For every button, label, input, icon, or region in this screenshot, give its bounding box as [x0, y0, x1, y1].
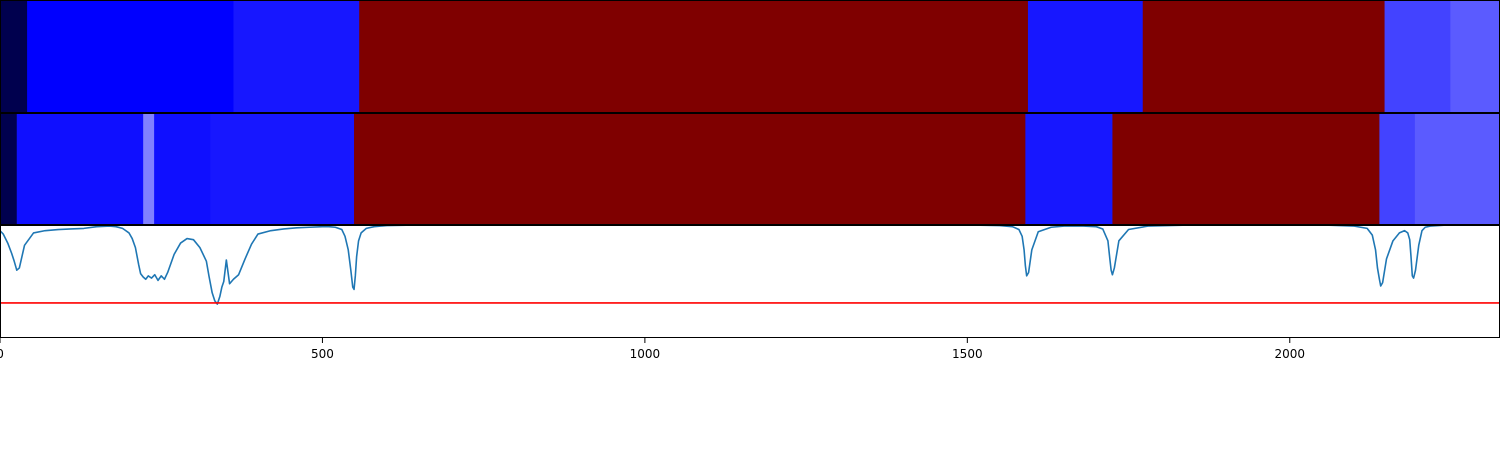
- x-tick-label-1000: 1000: [630, 347, 661, 361]
- segment-2-5: [210, 113, 355, 225]
- segment-2-4: [154, 113, 211, 225]
- segment-1-2: [27, 0, 235, 113]
- x-tick-label-2000: 2000: [1274, 347, 1305, 361]
- segment-1-8: [1450, 0, 1500, 113]
- segment-2-7: [1025, 113, 1114, 225]
- segment-1-3: [233, 0, 360, 113]
- figure: 0 500 1000 1500 2000: [0, 0, 1500, 450]
- segment-2-10: [1414, 113, 1500, 225]
- segment-track-1: [0, 0, 1500, 113]
- segment-2-2: [16, 113, 144, 225]
- x-tick-label-0: 0: [0, 347, 4, 361]
- x-tick-label-500: 500: [311, 347, 334, 361]
- segment-2-3: [143, 113, 155, 225]
- segment-1-4: [359, 0, 1029, 113]
- segment-1-6: [1142, 0, 1386, 113]
- segment-track-2: [0, 113, 1500, 225]
- segment-2-9: [1379, 113, 1416, 225]
- segment-1-1: [0, 0, 28, 113]
- segment-2-8: [1112, 113, 1381, 225]
- segment-1-5: [1027, 0, 1144, 113]
- segment-2-1: [0, 113, 18, 225]
- segment-1-7: [1384, 0, 1451, 113]
- x-tick-label-1500: 1500: [952, 347, 983, 361]
- segment-2-6: [354, 113, 1026, 225]
